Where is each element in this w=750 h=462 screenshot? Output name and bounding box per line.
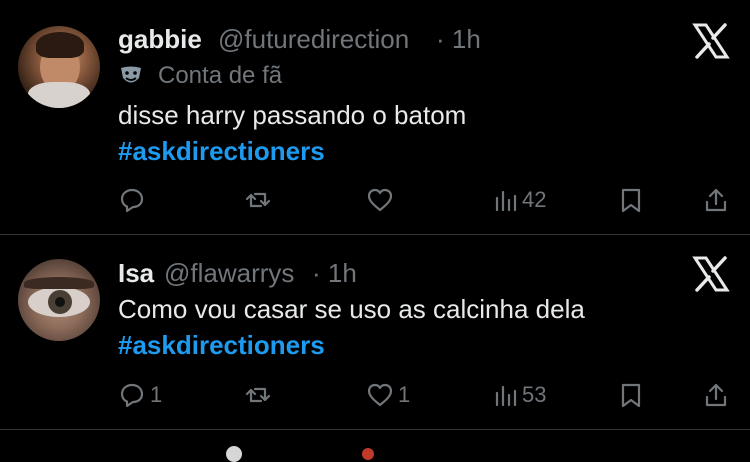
- heart-icon: [367, 188, 393, 212]
- user-handle[interactable]: @futuredirection: [218, 24, 409, 55]
- bookmark-icon: [621, 188, 641, 213]
- avatar-pupil: [55, 297, 65, 307]
- retweet-button[interactable]: [244, 380, 276, 410]
- avatar-hair: [36, 32, 84, 58]
- avatar[interactable]: [18, 26, 100, 108]
- tweet-text: disse harry passando o batom: [118, 100, 467, 130]
- retweet-icon: [245, 192, 271, 208]
- tweet-divider: [0, 429, 750, 430]
- x-logo-icon[interactable]: [692, 255, 730, 293]
- reply-button[interactable]: [118, 185, 150, 215]
- hashtag-link[interactable]: #askdirectioners: [118, 136, 325, 167]
- view-count: 42: [522, 187, 547, 212]
- reply-icon: [120, 188, 144, 213]
- bookmark-button[interactable]: [618, 185, 644, 215]
- retweet-button[interactable]: [244, 185, 276, 215]
- hashtag-link[interactable]: #askdirectioners: [118, 330, 325, 361]
- tweet[interactable]: Isa @flawarrys · 1h Como vou casar se us…: [0, 235, 750, 429]
- view-count: 53: [522, 382, 547, 407]
- avatar-eyebrow: [24, 277, 94, 289]
- next-tweet-emoji-peek: [362, 448, 374, 460]
- like-count: 1: [398, 382, 411, 407]
- share-upload-icon: [705, 188, 727, 212]
- reply-count: 1: [150, 382, 163, 407]
- timestamp[interactable]: · 1h: [312, 258, 357, 289]
- theater-masks-icon: [121, 66, 141, 83]
- like-button[interactable]: 1: [366, 380, 410, 410]
- bookmark-icon: [621, 383, 641, 408]
- like-button[interactable]: [366, 185, 398, 215]
- tweet[interactable]: gabbie @futuredirection · 1h Conta de fã…: [0, 0, 750, 234]
- timestamp[interactable]: · 1h: [436, 24, 481, 55]
- views-button[interactable]: 53: [494, 380, 546, 410]
- reply-icon: [120, 383, 144, 408]
- tweet-text: Como vou casar se uso as calcinha dela: [118, 294, 585, 324]
- x-logo-icon[interactable]: [692, 22, 730, 60]
- display-name[interactable]: Isa: [118, 258, 154, 289]
- display-name[interactable]: gabbie: [118, 24, 202, 55]
- share-button[interactable]: [702, 380, 730, 410]
- badge-label: Conta de fã: [158, 62, 283, 89]
- user-handle[interactable]: @flawarrys: [164, 258, 294, 289]
- avatar[interactable]: [18, 259, 100, 341]
- share-button[interactable]: [702, 185, 730, 215]
- views-bar-chart-icon: [495, 190, 517, 212]
- reply-button[interactable]: 1: [118, 380, 162, 410]
- next-tweet-emoji-peek: [226, 446, 242, 462]
- heart-icon: [367, 383, 393, 407]
- fan-account-badge: Conta de fã: [118, 62, 282, 90]
- views-button[interactable]: 42: [494, 185, 546, 215]
- views-bar-chart-icon: [495, 385, 517, 407]
- share-upload-icon: [705, 383, 727, 407]
- retweet-icon: [245, 387, 271, 403]
- bookmark-button[interactable]: [618, 380, 644, 410]
- avatar-shirt: [28, 82, 90, 108]
